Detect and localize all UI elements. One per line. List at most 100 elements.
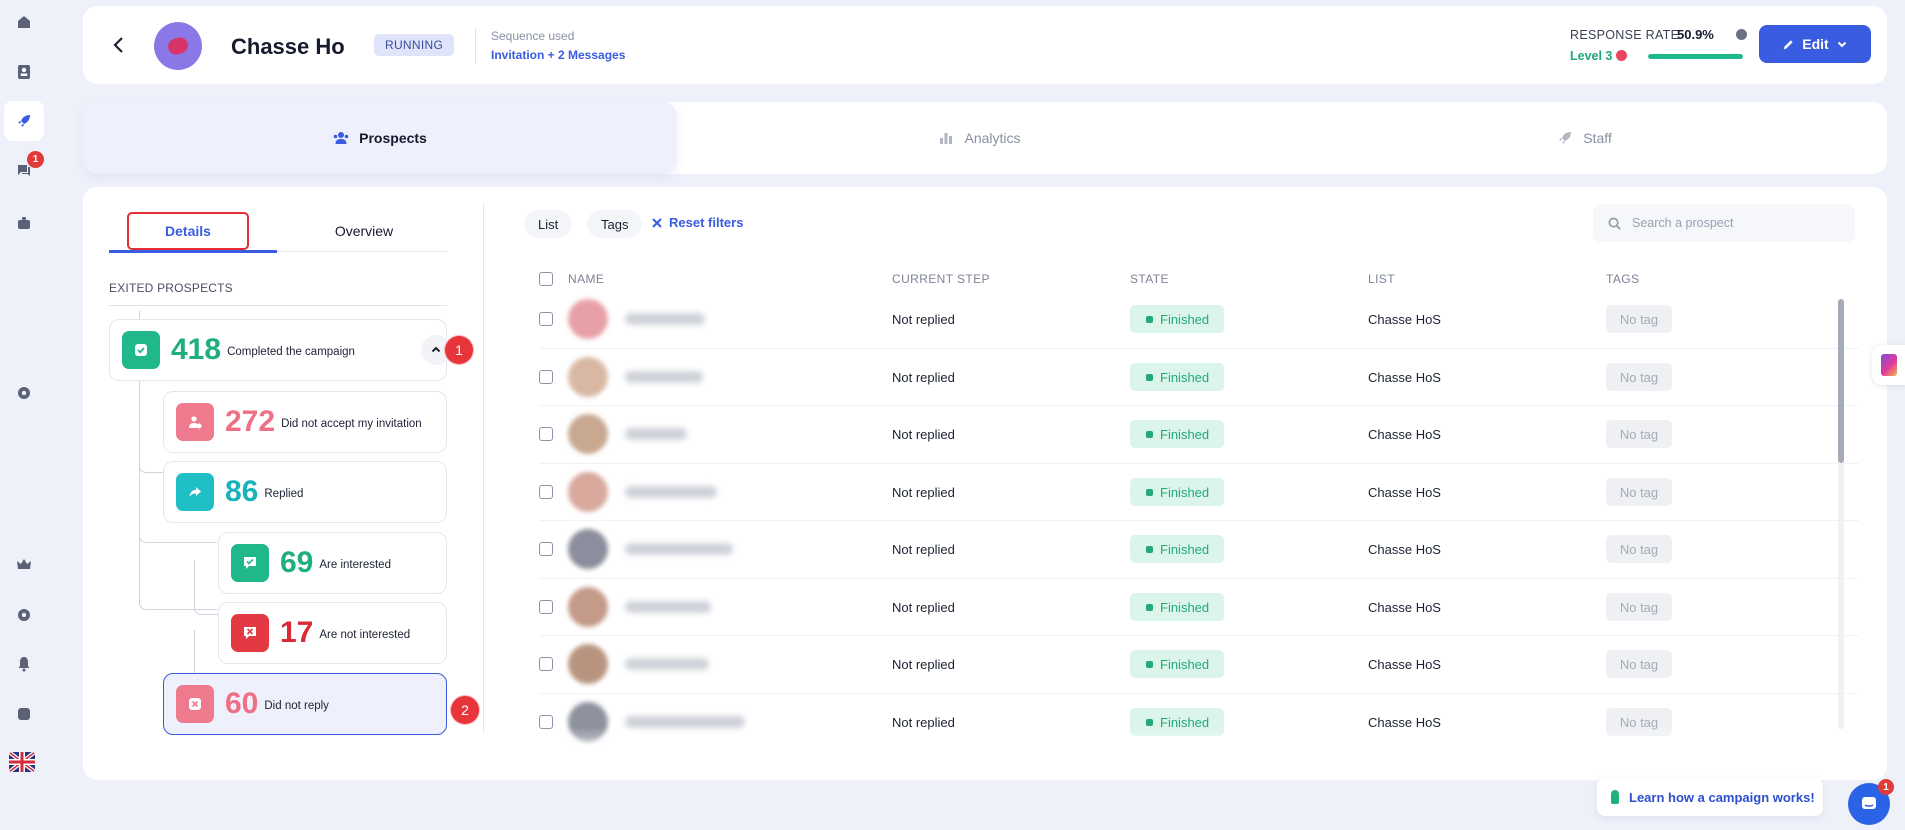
stat-not-interested[interactable]: 17 Are not interested (218, 602, 447, 664)
tag-badge[interactable]: No tag (1606, 535, 1672, 563)
row-checkbox[interactable] (539, 427, 553, 441)
column-header-state[interactable]: STATE (1130, 272, 1169, 286)
column-header-list[interactable]: LIST (1368, 272, 1395, 286)
state-dot-icon (1146, 315, 1153, 323)
rail-settings-button[interactable] (4, 373, 44, 413)
scrollbar-thumb[interactable] (1838, 299, 1844, 463)
tab-prospects[interactable]: Prospects (83, 102, 677, 174)
sequence-link[interactable]: Invitation + 2 Messages (491, 48, 625, 62)
state-badge: Finished (1130, 478, 1224, 506)
stat-value: 272 (225, 405, 276, 438)
row-checkbox[interactable] (539, 657, 553, 671)
language-uk-flag-icon[interactable] (9, 752, 35, 772)
state-badge: Finished (1130, 363, 1224, 391)
row-checkbox[interactable] (539, 542, 553, 556)
list-cell: Chasse HoS (1368, 427, 1441, 442)
state-label: Finished (1160, 484, 1210, 500)
column-header-name[interactable]: NAME (568, 272, 604, 286)
bell-icon (18, 657, 30, 672)
tag-badge[interactable]: No tag (1606, 363, 1672, 391)
tag-badge[interactable]: No tag (1606, 478, 1672, 506)
state-dot-icon (1146, 660, 1153, 668)
edit-button[interactable]: Edit (1759, 25, 1871, 63)
list-filter-chip[interactable]: List (524, 210, 573, 238)
rocket-icon (1559, 132, 1572, 144)
state-dot-icon (1146, 545, 1153, 553)
table-scrollbar[interactable] (1838, 299, 1844, 729)
list-cell: Chasse HoS (1368, 542, 1441, 557)
rail-help-button[interactable] (4, 694, 44, 734)
chat-badge: 1 (1878, 779, 1894, 795)
rail-jobs-button[interactable] (4, 203, 44, 243)
rail-campaigns-button[interactable] (4, 101, 44, 141)
section-divider (109, 305, 447, 306)
stat-completed-campaign[interactable]: 418 Completed the campaign (109, 319, 451, 381)
column-header-current-step[interactable]: CURRENT STEP (892, 272, 990, 286)
prospect-avatar[interactable] (568, 529, 608, 569)
state-dot-icon (1146, 718, 1153, 726)
stat-replied[interactable]: 86 Replied (163, 461, 447, 523)
stat-did-not-reply[interactable]: 60 Did not reply (163, 673, 447, 735)
tag-badge[interactable]: No tag (1606, 650, 1672, 678)
current-step-cell: Not replied (892, 542, 955, 557)
search-input[interactable] (1632, 216, 1832, 230)
row-checkbox[interactable] (539, 485, 553, 499)
prospect-avatar[interactable] (568, 357, 608, 397)
tag-badge[interactable]: No tag (1606, 420, 1672, 448)
state-label: Finished (1160, 311, 1210, 327)
campaign-rocket-icon (18, 115, 30, 127)
prospect-name-blurred[interactable] (625, 601, 711, 613)
stat-value: 86 (225, 475, 259, 508)
reset-filters-button[interactable]: Reset filters (652, 215, 743, 230)
state-dot-icon (1146, 430, 1153, 438)
prospect-avatar[interactable] (568, 414, 608, 454)
prospect-avatar[interactable] (568, 644, 608, 684)
row-checkbox[interactable] (539, 312, 553, 326)
stat-not-accepted[interactable]: 272 Did not accept my invitation (163, 391, 447, 453)
learn-campaign-link[interactable]: Learn how a campaign works! (1597, 778, 1823, 816)
prospect-name-blurred[interactable] (625, 486, 717, 498)
prospect-name-blurred[interactable] (625, 428, 687, 440)
tag-badge[interactable]: No tag (1606, 593, 1672, 621)
prospect-avatar[interactable] (568, 587, 608, 627)
tag-badge[interactable]: No tag (1606, 305, 1672, 333)
prospects-panel: Details Overview EXITED PROSPECTS 418 Co… (83, 187, 1887, 780)
current-step-cell: Not replied (892, 600, 955, 615)
list-cell: Chasse HoS (1368, 600, 1441, 615)
users-icon (333, 132, 349, 144)
extension-widget[interactable] (1872, 345, 1905, 385)
rail-messages-button[interactable]: 1 (4, 150, 44, 190)
prospect-name-blurred[interactable] (625, 371, 703, 383)
chat-support-button[interactable]: 1 (1848, 779, 1894, 825)
select-all-checkbox[interactable] (539, 272, 553, 286)
column-header-tags[interactable]: TAGS (1606, 272, 1639, 286)
stat-interested[interactable]: 69 Are interested (218, 532, 447, 594)
prospect-name-blurred[interactable] (625, 658, 709, 670)
back-button[interactable] (111, 36, 125, 54)
rail-premium-button[interactable] (4, 545, 44, 585)
stat-label: Did not reply (264, 700, 329, 712)
prospect-name-blurred[interactable] (625, 543, 733, 555)
rail-contacts-button[interactable] (4, 52, 44, 92)
rail-notifications-button[interactable] (4, 644, 44, 684)
stat-value: 17 (280, 616, 314, 649)
panel-divider (483, 203, 484, 733)
tags-filter-chip[interactable]: Tags (587, 210, 643, 238)
row-checkbox[interactable] (539, 600, 553, 614)
row-checkbox[interactable] (539, 370, 553, 384)
list-cell: Chasse HoS (1368, 370, 1441, 385)
rail-preferences-button[interactable] (4, 595, 44, 635)
prospect-name-blurred[interactable] (625, 313, 705, 325)
subtab-details[interactable]: Details (127, 212, 249, 250)
state-label: Finished (1160, 369, 1210, 385)
campaign-avatar (154, 22, 202, 70)
rail-home-button[interactable] (4, 2, 44, 42)
tab-analytics[interactable]: Analytics (677, 102, 1282, 174)
response-rate-label: RESPONSE RATE (1570, 28, 1680, 42)
prospect-avatar[interactable] (568, 472, 608, 512)
info-icon[interactable] (1736, 29, 1747, 40)
tab-staff[interactable]: Staff (1282, 102, 1887, 174)
prospect-avatar[interactable] (568, 299, 608, 339)
reply-arrow-icon (176, 473, 214, 511)
subtab-overview[interactable]: Overview (303, 212, 425, 250)
